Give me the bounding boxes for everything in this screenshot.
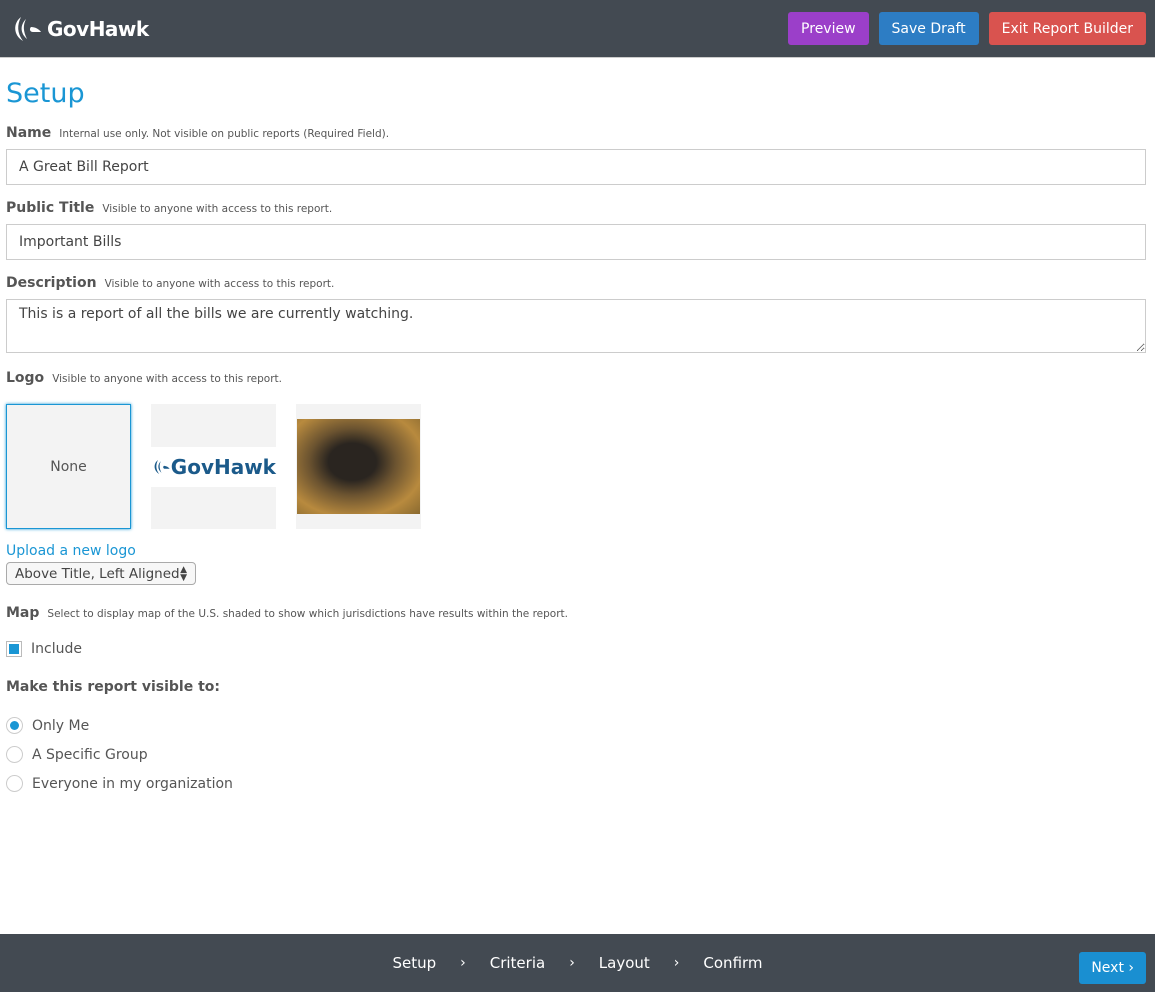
public-title-input[interactable] xyxy=(6,224,1146,260)
radio-label: Only Me xyxy=(32,717,90,734)
page-title: Setup xyxy=(6,78,85,109)
preview-button[interactable]: Preview xyxy=(788,12,869,45)
logo-none-label: None xyxy=(50,458,87,475)
logo-option-none[interactable]: None xyxy=(6,404,131,529)
save-draft-button[interactable]: Save Draft xyxy=(878,12,979,45)
description-label: Description xyxy=(6,275,97,291)
name-label: Name xyxy=(6,125,52,141)
upload-logo-link[interactable]: Upload a new logo xyxy=(6,543,1146,559)
radio-specific-group[interactable] xyxy=(6,746,23,763)
brand-name: GovHawk xyxy=(47,16,149,41)
step-confirm[interactable]: Confirm xyxy=(703,954,762,972)
include-label: Include xyxy=(31,641,82,657)
logo-option-badger[interactable] xyxy=(296,404,421,529)
govhawk-logo-image: GovHawk xyxy=(151,446,276,487)
top-bar: GovHawk Preview Save Draft Exit Report B… xyxy=(0,0,1155,58)
map-label: Map xyxy=(6,605,40,621)
visibility-label: Make this report visible to: xyxy=(6,679,221,695)
step-setup[interactable]: Setup xyxy=(392,954,436,972)
name-hint: Internal use only. Not visible on public… xyxy=(59,128,390,140)
public-title-hint: Visible to anyone with access to this re… xyxy=(102,203,333,215)
map-hint: Select to display map of the U.S. shaded… xyxy=(47,608,568,620)
step-layout[interactable]: Layout xyxy=(599,954,650,972)
chevron-right-icon: › xyxy=(673,955,680,971)
exit-report-builder-button[interactable]: Exit Report Builder xyxy=(988,12,1146,45)
description-textarea[interactable]: This is a report of all the bills we are… xyxy=(6,299,1146,353)
radio-label: Everyone in my organization xyxy=(32,775,233,792)
logo-position-select[interactable]: Above Title, Left Aligned ▲ ▼ xyxy=(6,562,196,585)
select-arrows-icon: ▲ ▼ xyxy=(180,564,187,583)
description-hint: Visible to anyone with access to this re… xyxy=(104,278,335,290)
logo-hint: Visible to anyone with access to this re… xyxy=(52,373,282,385)
wizard-footer: Setup › Criteria › Layout › Confirm Next › xyxy=(0,934,1155,992)
include-map-checkbox[interactable] xyxy=(6,641,22,657)
public-title-label: Public Title xyxy=(6,200,95,216)
radio-label: A Specific Group xyxy=(32,746,148,763)
brand-logo: GovHawk xyxy=(9,15,149,43)
logo-label: Logo xyxy=(6,370,45,386)
radio-everyone[interactable] xyxy=(6,775,23,792)
honey-badger-image xyxy=(297,419,420,514)
radio-only-me[interactable] xyxy=(6,717,23,734)
step-criteria[interactable]: Criteria xyxy=(490,954,545,972)
chevron-right-icon: › xyxy=(569,955,575,971)
name-input[interactable] xyxy=(6,149,1146,185)
next-button[interactable]: Next › xyxy=(1079,952,1146,984)
hawk-logo-icon xyxy=(15,16,41,41)
logo-option-govhawk[interactable]: GovHawk xyxy=(151,404,276,529)
chevron-right-icon: › xyxy=(460,955,466,971)
